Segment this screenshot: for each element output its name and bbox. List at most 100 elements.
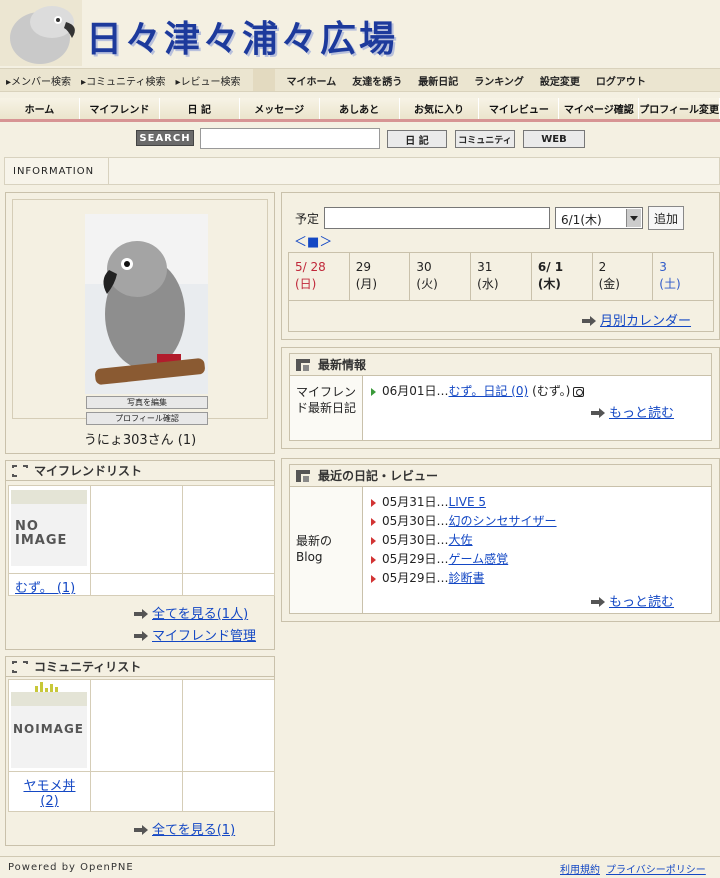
tab-mypage-check[interactable]: マイページ確認 — [559, 98, 640, 119]
monthly-calendar-link[interactable]: 月別カレンダー — [582, 310, 691, 329]
nav-logout[interactable]: ログアウト — [596, 73, 646, 88]
friend-list-header: マイフレンドリスト — [6, 461, 274, 481]
friend-grid: NO IMAGE むず。 (1) — [8, 485, 275, 596]
day-cell[interactable]: 31 (水) — [471, 253, 532, 301]
tab-home[interactable]: ホーム — [0, 98, 80, 119]
tab-favorites[interactable]: お気に入り — [399, 98, 480, 119]
blog-entry-link[interactable]: 幻のシンセサイザー — [449, 512, 557, 531]
tab-messages[interactable]: メッセージ — [239, 98, 320, 119]
check-profile-button[interactable]: プロフィール確認 — [86, 412, 208, 425]
bullet-icon — [371, 574, 376, 583]
news-entry: 06月01日… むず。日記 (0) (むず。) — [371, 382, 703, 401]
arrow-icon — [582, 315, 596, 326]
news-entry-link[interactable]: むず。日記 (0) — [449, 382, 529, 401]
friend-link[interactable]: むず。 (1) — [15, 581, 75, 596]
blog-more-link[interactable]: もっと読む — [591, 591, 674, 610]
day-cell[interactable]: 3 (土) — [653, 253, 714, 301]
nav-latest-diary[interactable]: 最新日記 — [418, 73, 458, 88]
schedule-input[interactable] — [324, 207, 550, 229]
profile-photo-frame: 写真を編集 プロフィール確認 — [12, 199, 268, 425]
tab-my-review[interactable]: マイレビュー — [479, 98, 560, 119]
search-diary-button[interactable]: 日 記 — [387, 130, 447, 148]
nav-divider — [252, 69, 275, 91]
nav-ranking[interactable]: ランキング — [474, 73, 524, 88]
see-all-friends[interactable]: 全てを見る(1人) — [134, 603, 248, 622]
latest-blog-body: 05月31日… LIVE 5 05月30日… 幻のシンセサイザー 05月30日… 大佐… — [363, 487, 711, 613]
blog-entry: 05月29日… ゲーム感覚 — [371, 550, 703, 569]
empty-cell — [183, 574, 275, 596]
see-all-communities[interactable]: 全てを見る(1) — [134, 819, 235, 838]
day-cell-today[interactable]: 6/ 1 (木) — [531, 253, 593, 301]
latest-blog-category: 最新のBlog — [290, 487, 363, 613]
community-thumb-cell[interactable]: NOIMAGE — [9, 680, 91, 772]
community-list-box: コミュニティリスト NOIMAGE ヤモメ丼 (2) 全てを見る(1) — [5, 656, 275, 846]
schedule-day-select[interactable]: 6/1(木) — [555, 207, 643, 229]
search-input[interactable] — [200, 128, 380, 149]
latest-info-box: 最新情報 マイフレンド最新日記 06月01日… むず。日記 (0) (むず。) … — [281, 347, 720, 449]
blog-entry: 05月29日… 診断書 — [371, 569, 703, 588]
camera-icon — [573, 386, 585, 397]
blog-entry-link[interactable]: LIVE 5 — [449, 493, 486, 512]
day-cell[interactable]: 29 (月) — [349, 253, 411, 301]
nav-community-search[interactable]: ▸コミュニティ検索 — [81, 73, 165, 88]
terms-link[interactable]: 利用規約 — [560, 861, 600, 876]
schedule-box: 予定 6/1(木) 追加 ＜■＞ 5/ 28 (日) 29 (月) 30 (火) 31… — [281, 192, 720, 340]
tab-footprints[interactable]: あしあと — [319, 98, 400, 119]
window-icon — [296, 469, 312, 482]
arrow-icon — [134, 824, 148, 835]
latest-blog-header: 最近の日記・レビュー — [289, 464, 712, 486]
day-cell[interactable]: 2 (金) — [592, 253, 654, 301]
search-web-button[interactable]: WEB — [523, 130, 585, 148]
community-grid: NOIMAGE ヤモメ丼 (2) — [8, 679, 275, 812]
friend-list-box: マイフレンドリスト NO IMAGE むず。 (1) 全てを見る(1人) マイフ… — [5, 460, 275, 650]
section-header-icon — [12, 464, 28, 477]
profile-box: 写真を編集 プロフィール確認 うにょ303さん (1) — [5, 192, 275, 454]
bullet-icon — [371, 517, 376, 526]
edit-photo-button[interactable]: 写真を編集 — [86, 396, 208, 409]
latest-info-header: 最新情報 — [289, 353, 712, 375]
schedule-add-button[interactable]: 追加 — [648, 206, 684, 230]
blog-entry: 05月30日… 大佐 — [371, 531, 703, 550]
manage-friends[interactable]: マイフレンド管理 — [134, 625, 256, 644]
day-cell[interactable]: 30 (火) — [410, 253, 472, 301]
blog-entry-link[interactable]: ゲーム感覚 — [449, 550, 509, 569]
friend-list-title: マイフレンドリスト — [34, 464, 143, 478]
bullet-icon — [371, 498, 376, 507]
information-label: INFORMATION — [5, 158, 109, 184]
nav-settings[interactable]: 設定変更 — [540, 73, 580, 88]
search-community-button[interactable]: コミュニティ — [455, 130, 515, 148]
nav-review-search[interactable]: ▸レビュー検索 — [175, 73, 240, 88]
nav-member-search[interactable]: ▸メンバー検索 — [6, 73, 71, 88]
tab-my-friends[interactable]: マイフレンド — [79, 98, 160, 119]
blog-entry-link[interactable]: 診断書 — [449, 569, 485, 588]
information-bar: INFORMATION — [4, 157, 720, 185]
search-bar: SEARCH 日 記 コミュニティ WEB — [0, 128, 720, 150]
week-nav[interactable]: ＜■＞ — [294, 231, 332, 250]
tab-profile-edit[interactable]: プロフィール変更 — [639, 98, 720, 119]
window-icon — [296, 358, 312, 371]
nav-invite-friends[interactable]: 友達を誘う — [352, 73, 402, 88]
day-cell[interactable]: 5/ 28 (日) — [289, 253, 350, 301]
bullet-icon — [371, 387, 376, 396]
chevron-down-icon[interactable] — [626, 209, 641, 227]
search-label: SEARCH — [136, 130, 194, 146]
friend-thumb-cell[interactable]: NO IMAGE — [9, 486, 91, 574]
no-image-placeholder: NOIMAGE — [11, 692, 87, 768]
empty-cell — [183, 486, 275, 574]
news-more-link[interactable]: もっと読む — [591, 402, 674, 421]
blog-entry-link[interactable]: 大佐 — [449, 531, 473, 550]
site-title[interactable]: 日々津々浦々広場 — [86, 10, 398, 62]
main-tabs: ホーム マイフレンド 日 記 メッセージ あしあと お気に入り マイレビュー マ… — [0, 98, 720, 122]
empty-cell — [91, 486, 183, 574]
empty-cell — [183, 772, 275, 812]
no-image-thumb[interactable]: NO IMAGE — [11, 490, 87, 566]
empty-cell — [91, 680, 183, 772]
tab-diary[interactable]: 日 記 — [159, 98, 240, 119]
privacy-link[interactable]: プライバシーポリシー — [606, 861, 706, 876]
profile-photo[interactable] — [85, 214, 208, 394]
latest-info-table: マイフレンド最新日記 06月01日… むず。日記 (0) (むず。) もっと読む — [289, 375, 712, 441]
nav-my-home[interactable]: マイホーム — [287, 73, 337, 88]
community-link[interactable]: ヤモメ丼 (2) — [23, 779, 75, 809]
arrow-icon — [134, 630, 148, 641]
no-image-thumb[interactable]: NOIMAGE — [9, 680, 90, 772]
